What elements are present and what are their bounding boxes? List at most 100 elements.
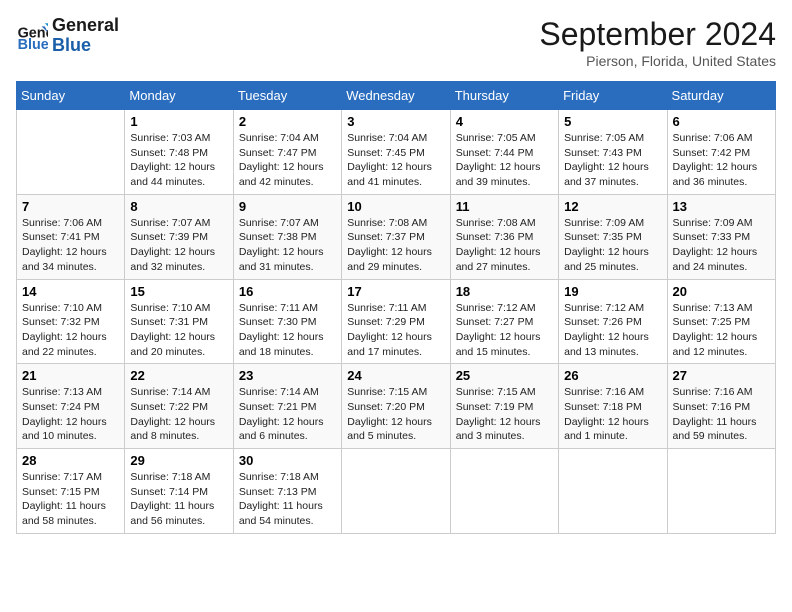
day-number: 19 — [564, 284, 661, 299]
calendar-table: Sunday Monday Tuesday Wednesday Thursday… — [16, 81, 776, 534]
calendar-week-3: 14 Sunrise: 7:10 AMSunset: 7:32 PMDayligh… — [17, 279, 776, 364]
calendar-cell: 3Sunrise: 7:04 AMSunset: 7:45 PMDaylight… — [342, 110, 450, 195]
day-number: 12 — [564, 199, 661, 214]
calendar-cell: 20 Sunrise: 7:13 AMSunset: 7:25 PMDayligh… — [667, 279, 775, 364]
day-number: 28 — [22, 453, 119, 468]
day-number: 1 — [130, 114, 227, 129]
day-number: 26 — [564, 368, 661, 383]
calendar-cell: 26 Sunrise: 7:16 AMSunset: 7:18 PMDayligh… — [559, 364, 667, 449]
day-number: 23 — [239, 368, 336, 383]
day-info: Sunrise: 7:10 AMSunset: 7:32 PMDaylight:… — [22, 301, 119, 360]
day-info: Sunrise: 7:06 AMSunset: 7:41 PMDaylight:… — [22, 216, 119, 275]
calendar-cell: 25Sunrise: 7:15 AMSunset: 7:19 PMDayligh… — [450, 364, 558, 449]
calendar-cell: 7 Sunrise: 7:06 AMSunset: 7:41 PMDaylight… — [17, 194, 125, 279]
day-info: Sunrise: 7:08 AMSunset: 7:36 PMDaylight:… — [456, 216, 553, 275]
day-info: Sunrise: 7:14 AMSunset: 7:22 PMDaylight:… — [130, 385, 227, 444]
logo-line1: General — [52, 16, 119, 36]
calendar-cell: 14 Sunrise: 7:10 AMSunset: 7:32 PMDayligh… — [17, 279, 125, 364]
day-info: Sunrise: 7:14 AMSunset: 7:21 PMDaylight:… — [239, 385, 336, 444]
day-number: 27 — [673, 368, 770, 383]
calendar-cell — [17, 110, 125, 195]
day-info: Sunrise: 7:04 AMSunset: 7:45 PMDaylight:… — [347, 131, 444, 190]
logo: General Blue General Blue — [16, 16, 119, 56]
day-number: 9 — [239, 199, 336, 214]
day-info: Sunrise: 7:15 AMSunset: 7:20 PMDaylight:… — [347, 385, 444, 444]
calendar-cell: 17Sunrise: 7:11 AMSunset: 7:29 PMDayligh… — [342, 279, 450, 364]
calendar-cell — [450, 449, 558, 534]
day-info: Sunrise: 7:13 AMSunset: 7:24 PMDaylight:… — [22, 385, 119, 444]
calendar-cell: 22Sunrise: 7:14 AMSunset: 7:22 PMDayligh… — [125, 364, 233, 449]
calendar-cell — [342, 449, 450, 534]
day-number: 30 — [239, 453, 336, 468]
calendar-cell: 1Sunrise: 7:03 AMSunset: 7:48 PMDaylight… — [125, 110, 233, 195]
day-info: Sunrise: 7:08 AMSunset: 7:37 PMDaylight:… — [347, 216, 444, 275]
day-info: Sunrise: 7:17 AMSunset: 7:15 PMDaylight:… — [22, 470, 119, 529]
calendar-cell: 13 Sunrise: 7:09 AMSunset: 7:33 PMDayligh… — [667, 194, 775, 279]
day-info: Sunrise: 7:16 AMSunset: 7:16 PMDaylight:… — [673, 385, 770, 444]
calendar-cell: 2 Sunrise: 7:04 AMSunset: 7:47 PMDaylight… — [233, 110, 341, 195]
day-info: Sunrise: 7:09 AMSunset: 7:35 PMDaylight:… — [564, 216, 661, 275]
calendar-week-4: 21 Sunrise: 7:13 AMSunset: 7:24 PMDayligh… — [17, 364, 776, 449]
day-info: Sunrise: 7:12 AMSunset: 7:27 PMDaylight:… — [456, 301, 553, 360]
day-info: Sunrise: 7:10 AMSunset: 7:31 PMDaylight:… — [130, 301, 227, 360]
calendar-cell: 27 Sunrise: 7:16 AMSunset: 7:16 PMDayligh… — [667, 364, 775, 449]
day-info: Sunrise: 7:07 AMSunset: 7:39 PMDaylight:… — [130, 216, 227, 275]
calendar-cell: 18Sunrise: 7:12 AMSunset: 7:27 PMDayligh… — [450, 279, 558, 364]
calendar-cell — [559, 449, 667, 534]
day-number: 11 — [456, 199, 553, 214]
day-number: 20 — [673, 284, 770, 299]
day-info: Sunrise: 7:06 AMSunset: 7:42 PMDaylight:… — [673, 131, 770, 190]
header-thursday: Thursday — [450, 82, 558, 110]
calendar-week-1: 1Sunrise: 7:03 AMSunset: 7:48 PMDaylight… — [17, 110, 776, 195]
day-number: 2 — [239, 114, 336, 129]
logo-line2: Blue — [52, 36, 119, 56]
calendar-cell: 21 Sunrise: 7:13 AMSunset: 7:24 PMDayligh… — [17, 364, 125, 449]
location: Pierson, Florida, United States — [539, 53, 776, 69]
calendar-cell: 29Sunrise: 7:18 AMSunset: 7:14 PMDayligh… — [125, 449, 233, 534]
header-sunday: Sunday — [17, 82, 125, 110]
day-info: Sunrise: 7:18 AMSunset: 7:14 PMDaylight:… — [130, 470, 227, 529]
calendar-cell: 10 Sunrise: 7:08 AMSunset: 7:37 PMDayligh… — [342, 194, 450, 279]
day-number: 15 — [130, 284, 227, 299]
day-number: 13 — [673, 199, 770, 214]
calendar-cell: 19 Sunrise: 7:12 AMSunset: 7:26 PMDayligh… — [559, 279, 667, 364]
day-info: Sunrise: 7:05 AMSunset: 7:44 PMDaylight:… — [456, 131, 553, 190]
day-number: 5 — [564, 114, 661, 129]
header-friday: Friday — [559, 82, 667, 110]
calendar-cell: 28 Sunrise: 7:17 AMSunset: 7:15 PMDayligh… — [17, 449, 125, 534]
calendar-cell — [667, 449, 775, 534]
day-info: Sunrise: 7:07 AMSunset: 7:38 PMDaylight:… — [239, 216, 336, 275]
calendar-cell: 8Sunrise: 7:07 AMSunset: 7:39 PMDaylight… — [125, 194, 233, 279]
day-number: 10 — [347, 199, 444, 214]
header-saturday: Saturday — [667, 82, 775, 110]
page-header: General Blue General Blue September 2024… — [16, 16, 776, 69]
header-monday: Monday — [125, 82, 233, 110]
calendar-cell: 11 Sunrise: 7:08 AMSunset: 7:36 PMDayligh… — [450, 194, 558, 279]
day-info: Sunrise: 7:16 AMSunset: 7:18 PMDaylight:… — [564, 385, 661, 444]
day-number: 14 — [22, 284, 119, 299]
day-number: 16 — [239, 284, 336, 299]
day-info: Sunrise: 7:05 AMSunset: 7:43 PMDaylight:… — [564, 131, 661, 190]
calendar-cell: 24 Sunrise: 7:15 AMSunset: 7:20 PMDayligh… — [342, 364, 450, 449]
day-info: Sunrise: 7:13 AMSunset: 7:25 PMDaylight:… — [673, 301, 770, 360]
day-number: 24 — [347, 368, 444, 383]
calendar-cell: 9 Sunrise: 7:07 AMSunset: 7:38 PMDaylight… — [233, 194, 341, 279]
day-number: 21 — [22, 368, 119, 383]
calendar-cell: 12 Sunrise: 7:09 AMSunset: 7:35 PMDayligh… — [559, 194, 667, 279]
day-number: 7 — [22, 199, 119, 214]
day-number: 6 — [673, 114, 770, 129]
calendar-cell: 15 Sunrise: 7:10 AMSunset: 7:31 PMDayligh… — [125, 279, 233, 364]
day-info: Sunrise: 7:15 AMSunset: 7:19 PMDaylight:… — [456, 385, 553, 444]
calendar-week-5: 28 Sunrise: 7:17 AMSunset: 7:15 PMDayligh… — [17, 449, 776, 534]
logo-icon: General Blue — [16, 20, 48, 52]
weekday-header-row: Sunday Monday Tuesday Wednesday Thursday… — [17, 82, 776, 110]
calendar-cell: 4Sunrise: 7:05 AMSunset: 7:44 PMDaylight… — [450, 110, 558, 195]
day-info: Sunrise: 7:04 AMSunset: 7:47 PMDaylight:… — [239, 131, 336, 190]
title-area: September 2024 Pierson, Florida, United … — [539, 16, 776, 69]
header-wednesday: Wednesday — [342, 82, 450, 110]
day-info: Sunrise: 7:09 AMSunset: 7:33 PMDaylight:… — [673, 216, 770, 275]
day-info: Sunrise: 7:18 AMSunset: 7:13 PMDaylight:… — [239, 470, 336, 529]
day-info: Sunrise: 7:11 AMSunset: 7:30 PMDaylight:… — [239, 301, 336, 360]
day-info: Sunrise: 7:12 AMSunset: 7:26 PMDaylight:… — [564, 301, 661, 360]
month-title: September 2024 — [539, 16, 776, 53]
